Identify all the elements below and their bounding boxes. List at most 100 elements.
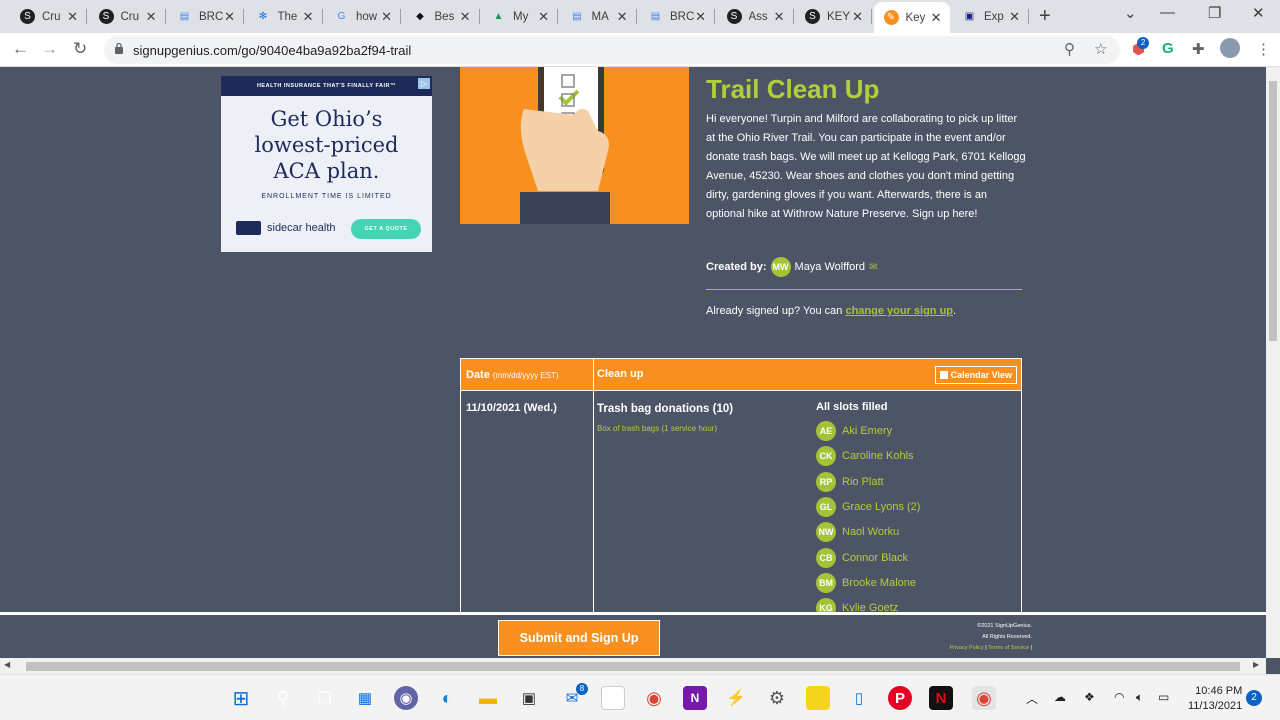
browser-tab[interactable]: S KEY ✕ bbox=[795, 4, 872, 29]
browser-tab[interactable]: ◆ Bes ✕ bbox=[403, 4, 480, 29]
browser-tab[interactable]: ▣ Exp ✕ bbox=[952, 4, 1029, 29]
close-tab-icon[interactable]: ✕ bbox=[303, 9, 314, 25]
close-tab-icon[interactable]: ✕ bbox=[852, 9, 863, 25]
zoom-icon[interactable]: ⚲ bbox=[1064, 40, 1075, 58]
store-icon[interactable]: ▣ bbox=[517, 686, 541, 710]
reload-icon[interactable]: ↻ bbox=[73, 39, 87, 59]
browser-tab[interactable]: Ghow ✕ bbox=[324, 4, 401, 29]
signee-name[interactable]: Aki Emery bbox=[842, 425, 892, 437]
terms-link[interactable]: Terms of Service bbox=[988, 645, 1029, 651]
menu-icon[interactable]: ⋮ bbox=[1256, 40, 1271, 58]
close-tab-icon[interactable]: ✕ bbox=[695, 9, 706, 25]
change-sign-up-link[interactable]: change your sign up bbox=[845, 305, 953, 317]
restore-icon[interactable]: ❐ bbox=[1208, 4, 1221, 22]
close-tab-icon[interactable]: ✕ bbox=[146, 9, 157, 25]
onedrive-icon[interactable]: ☁ bbox=[1054, 690, 1066, 704]
wifi-icon[interactable]: ◠ bbox=[1114, 690, 1124, 704]
browser-tab[interactable]: S Ass ✕ bbox=[717, 4, 794, 29]
signee-row: AE Aki Emery bbox=[816, 421, 892, 441]
scrollbar-thumb[interactable] bbox=[26, 662, 1240, 671]
amazon-icon[interactable]: a bbox=[601, 686, 625, 710]
dropbox-icon[interactable]: ❖ bbox=[1084, 690, 1095, 704]
advertisement[interactable]: HEALTH INSURANCE THAT'S FINALLY FAIR™ ▷ … bbox=[221, 76, 432, 252]
browser-tab[interactable]: S Cru ✕ bbox=[10, 4, 87, 29]
tab-label: KEY bbox=[827, 10, 851, 23]
sticky-notes-icon[interactable] bbox=[806, 686, 830, 710]
search-icon[interactable]: ⚲ bbox=[271, 686, 295, 710]
pinterest-icon[interactable]: P bbox=[888, 686, 912, 710]
forward-icon[interactable]: → bbox=[41, 39, 58, 59]
get-quote-button[interactable]: GET A QUOTE bbox=[351, 219, 421, 239]
close-tab-icon[interactable]: ✕ bbox=[617, 9, 628, 25]
scroll-left-icon[interactable]: ◀ bbox=[4, 660, 10, 669]
close-tab-icon[interactable]: ✕ bbox=[460, 9, 471, 25]
signee-name[interactable]: Naol Worku bbox=[842, 526, 899, 538]
start-icon[interactable]: ⊞ bbox=[229, 686, 253, 710]
browser-tab[interactable]: ✻ The ✕ bbox=[246, 4, 323, 29]
close-tab-icon[interactable]: ✕ bbox=[774, 9, 785, 25]
activity-column-header: Clean up bbox=[597, 368, 644, 380]
email-icon[interactable]: ✉ bbox=[869, 262, 877, 273]
new-tab-button[interactable]: + bbox=[1039, 5, 1051, 28]
teams-chat-icon[interactable]: ◉ bbox=[394, 686, 418, 710]
adchoices-icon[interactable]: ▷ bbox=[418, 78, 430, 89]
widgets-icon[interactable]: ▦ bbox=[353, 686, 377, 710]
privacy-link[interactable]: Privacy Policy bbox=[949, 645, 983, 651]
close-tab-icon[interactable]: ✕ bbox=[538, 9, 549, 25]
phone-link-icon[interactable]: ▯ bbox=[847, 686, 871, 710]
url-text: signupgenius.com/go/9040e4ba9a92ba2f94-t… bbox=[133, 43, 412, 58]
settings-gear-icon[interactable]: ⚙ bbox=[765, 686, 789, 710]
clock[interactable]: 10:46 PM 11/13/2021 bbox=[1188, 684, 1242, 714]
vertical-scrollbar[interactable] bbox=[1266, 67, 1280, 658]
extension-icon[interactable]: ⬢ 2 bbox=[1132, 37, 1150, 58]
puzzle-icon[interactable]: ✚ bbox=[1192, 40, 1205, 58]
netflix-icon[interactable]: N bbox=[929, 686, 953, 710]
chrome-icon[interactable]: ◉ bbox=[642, 686, 666, 710]
scroll-right-icon[interactable]: ▶ bbox=[1253, 660, 1259, 669]
app-bolt-icon[interactable]: ⚡ bbox=[724, 686, 748, 710]
signee-name[interactable]: Grace Lyons (2) bbox=[842, 501, 920, 513]
onenote-icon[interactable]: N bbox=[683, 686, 707, 710]
scrollbar-thumb[interactable] bbox=[1269, 81, 1277, 341]
task-view-icon[interactable]: ❐ bbox=[313, 686, 337, 710]
signee-name[interactable]: Brooke Malone bbox=[842, 577, 916, 589]
show-hidden-icons[interactable]: ︿ bbox=[1026, 690, 1038, 707]
clock-time: 10:46 PM bbox=[1195, 685, 1243, 697]
battery-icon[interactable]: ▭ bbox=[1158, 690, 1169, 704]
back-icon[interactable]: ← bbox=[12, 39, 29, 59]
browser-tab[interactable]: ✎ Key ✕ bbox=[873, 2, 950, 33]
signee-name[interactable]: Connor Black bbox=[842, 552, 908, 564]
notification-badge[interactable]: 2 bbox=[1246, 690, 1262, 706]
mail-icon[interactable]: ✉ 8 bbox=[560, 683, 588, 710]
bookmark-star-icon[interactable]: ☆ bbox=[1094, 40, 1107, 58]
edge-icon[interactable]: ◐ bbox=[435, 686, 459, 710]
close-tab-icon[interactable]: ✕ bbox=[67, 9, 78, 25]
close-tab-icon[interactable]: ✕ bbox=[1009, 9, 1020, 25]
minimize-icon[interactable]: — bbox=[1160, 4, 1175, 21]
lock-icon bbox=[115, 42, 123, 54]
browser-tab[interactable]: ▤ MA ✕ bbox=[560, 4, 637, 29]
close-tab-icon[interactable]: ✕ bbox=[381, 9, 392, 25]
close-window-icon[interactable]: ✕ bbox=[1252, 4, 1265, 22]
signee-name[interactable]: Rio Platt bbox=[842, 476, 884, 488]
close-tab-icon[interactable]: ✕ bbox=[931, 10, 942, 26]
browser-tab[interactable]: S Cru ✕ bbox=[89, 4, 166, 29]
volume-icon[interactable]: 🔈︎ bbox=[1136, 690, 1143, 705]
file-explorer-icon[interactable]: ▬ bbox=[476, 686, 500, 710]
close-tab-icon[interactable]: ✕ bbox=[224, 9, 235, 25]
tab-search-icon[interactable]: ⌄ bbox=[1124, 4, 1137, 22]
chrome-profile-icon[interactable]: ◉ bbox=[972, 686, 996, 710]
ad-headline-line: Get Ohio’s bbox=[270, 107, 383, 131]
address-bar[interactable]: signupgenius.com/go/9040e4ba9a92ba2f94-t… bbox=[104, 36, 1120, 64]
calendar-view-button[interactable]: Calendar View bbox=[934, 366, 1017, 384]
browser-tab[interactable]: ▤ BRC ✕ bbox=[638, 4, 715, 29]
tab-label: Ass bbox=[748, 10, 768, 23]
signee-name[interactable]: Caroline Kohls bbox=[842, 450, 914, 462]
browser-tab[interactable]: ▤ BRC ✕ bbox=[167, 4, 244, 29]
profile-avatar[interactable] bbox=[1220, 38, 1240, 58]
horizontal-scrollbar[interactable]: ◀ ▶ bbox=[0, 658, 1266, 674]
browser-tab[interactable]: ▲ My ✕ bbox=[481, 4, 558, 29]
submit-sign-up-button[interactable]: Submit and Sign Up bbox=[498, 620, 660, 656]
grammarly-icon[interactable]: G bbox=[1162, 40, 1174, 57]
event-title: Trail Clean Up bbox=[706, 74, 880, 104]
